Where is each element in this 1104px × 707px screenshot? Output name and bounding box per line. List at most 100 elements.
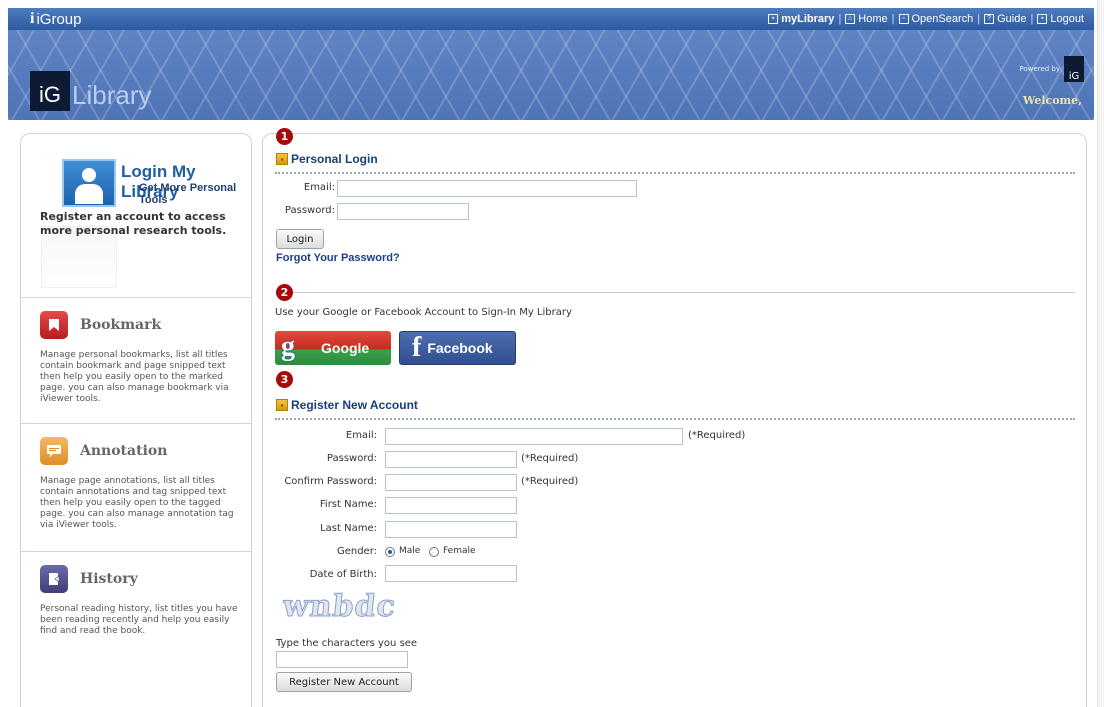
register-title: Register New Account — [291, 398, 418, 412]
gender-male-radio[interactable] — [385, 547, 395, 557]
brand-name: iGroup — [36, 10, 82, 28]
nav-separator: | — [977, 13, 981, 25]
user-icon — [62, 159, 116, 207]
banner: iG Library Powered by iG Welcome, — [8, 30, 1094, 120]
feature-description: Manage page annotations, list all titles… — [40, 476, 234, 530]
igroup-logo-icon: i — [30, 10, 35, 27]
logout-icon: ▪ — [1037, 14, 1048, 24]
nav-guide-label: Guide — [997, 13, 1027, 25]
feature-annotation: Annotation Manage page annotations, list… — [21, 423, 251, 551]
page-scrollbar[interactable] — [1097, 0, 1104, 707]
powered-by-text: Powered by — [1019, 65, 1060, 73]
gender-female-radio[interactable] — [429, 547, 439, 557]
login-email-input[interactable] — [337, 180, 637, 197]
nav-home-label: Home — [858, 13, 888, 25]
gender-male-label: Male — [399, 546, 421, 556]
reg-first-name-input[interactable] — [385, 497, 517, 514]
feature-title: Bookmark — [80, 317, 162, 333]
feature-description: Manage personal bookmarks, list all titl… — [40, 350, 229, 404]
sidebar: Login My Library Get More Personal Tools… — [20, 133, 252, 707]
social-signin-intro: Use your Google or Facebook Account to S… — [275, 307, 572, 318]
step-badge-2: 2 — [276, 284, 293, 301]
powered-by: Powered by iG — [1019, 56, 1084, 82]
nav-opensearch-label: OpenSearch — [911, 13, 974, 25]
login-password-label: Password: — [284, 205, 335, 216]
section-icon: ▪ — [276, 399, 288, 411]
library-logo-text: Library — [72, 80, 152, 110]
promo-subtitle: Get More Personal Tools — [139, 182, 237, 206]
reg-last-name-label: Last Name: — [320, 523, 377, 534]
login-password-input[interactable] — [337, 203, 469, 220]
reg-gender-label: Gender: — [336, 546, 377, 557]
google-icon: g — [281, 331, 295, 362]
personal-login-title: Personal Login — [291, 152, 378, 166]
reg-dob-input[interactable] — [385, 565, 517, 582]
welcome-text: Welcome, — [1022, 94, 1082, 107]
nav-guide[interactable]: ? Guide — [984, 13, 1026, 25]
reg-email-label: Email: — [345, 430, 377, 441]
captcha-image: wnbdc — [281, 589, 399, 625]
section-icon: ▪ — [276, 153, 288, 165]
reg-email-input[interactable] — [385, 428, 683, 445]
divider — [275, 292, 1075, 293]
reg-confirm-password-input[interactable] — [385, 474, 517, 491]
library-icon: ▪ — [768, 14, 779, 24]
feature-title: Annotation — [80, 443, 168, 459]
nav-logout[interactable]: ▪ Logout — [1037, 13, 1084, 25]
required-note: (*Required) — [521, 476, 579, 487]
captcha-prompt: Type the characters you see — [276, 638, 418, 649]
captcha-input[interactable] — [276, 651, 408, 668]
help-icon: ? — [984, 14, 995, 24]
top-bar: i iGroup ▪ myLibrary | ⌂ Home | ▫ OpenSe… — [8, 8, 1094, 30]
bookmark-icon — [40, 311, 68, 339]
google-button-label: Google — [321, 340, 370, 356]
ig-logo-mark: iG — [30, 70, 70, 111]
annotation-icon — [40, 437, 68, 465]
feature-title: History — [80, 571, 138, 587]
promo-description: Register an account to access more perso… — [40, 210, 227, 237]
facebook-signin-button[interactable]: f Facebook — [399, 331, 516, 365]
facebook-button-label: Facebook — [427, 340, 493, 356]
step-badge-3: 3 — [276, 371, 293, 388]
powered-by-logo: iG — [1064, 56, 1084, 82]
nav-mylibrary-label: myLibrary — [781, 13, 835, 25]
nav-separator: | — [1030, 13, 1034, 25]
forgot-password-link[interactable]: Forgot Your Password? — [276, 252, 400, 264]
reg-password-input[interactable] — [385, 451, 517, 468]
divider — [275, 418, 1075, 420]
nav-mylibrary[interactable]: ▪ myLibrary — [768, 13, 834, 25]
register-button[interactable]: Register New Account — [276, 672, 412, 692]
brand[interactable]: i iGroup — [8, 10, 81, 28]
reg-dob-label: Date of Birth: — [309, 569, 377, 580]
required-note: (*Required) — [688, 430, 746, 441]
reg-first-name-label: First Name: — [319, 499, 377, 510]
nav-separator: | — [838, 13, 842, 25]
history-icon — [40, 565, 68, 593]
login-email-label: Email: — [303, 182, 335, 193]
nav-separator: | — [891, 13, 895, 25]
gender-female-label: Female — [443, 546, 476, 556]
search-icon: ▫ — [898, 14, 909, 24]
feature-history: History Personal reading history, list t… — [21, 551, 251, 637]
top-nav: ▪ myLibrary | ⌂ Home | ▫ OpenSearch | ? … — [768, 13, 1084, 25]
step-badge-1: 1 — [276, 128, 293, 145]
reg-last-name-input[interactable] — [385, 521, 517, 538]
facebook-icon: f — [412, 332, 422, 363]
login-promo: Login My Library Get More Personal Tools… — [21, 134, 251, 297]
nav-opensearch[interactable]: ▫ OpenSearch — [898, 13, 974, 25]
reg-password-label: Password: — [326, 453, 377, 464]
home-icon: ⌂ — [845, 14, 856, 24]
required-note: (*Required) — [521, 453, 579, 464]
feature-bookmark: Bookmark Manage personal bookmarks, list… — [21, 297, 251, 423]
login-button[interactable]: Login — [276, 229, 324, 249]
nav-logout-label: Logout — [1050, 13, 1084, 25]
main-panel: 1 ▪ Personal Login Email: Password: Logi… — [262, 128, 1087, 707]
google-signin-button[interactable]: g Google — [275, 331, 391, 365]
ig-library-logo[interactable]: iG Library — [30, 70, 151, 111]
reg-confirm-password-label: Confirm Password: — [284, 476, 377, 487]
nav-home[interactable]: ⌂ Home — [845, 13, 888, 25]
personal-login-heading: ▪ Personal Login — [276, 152, 378, 166]
register-heading: ▪ Register New Account — [276, 398, 418, 412]
divider — [275, 172, 1075, 174]
feature-description: Personal reading history, list titles yo… — [40, 604, 238, 636]
